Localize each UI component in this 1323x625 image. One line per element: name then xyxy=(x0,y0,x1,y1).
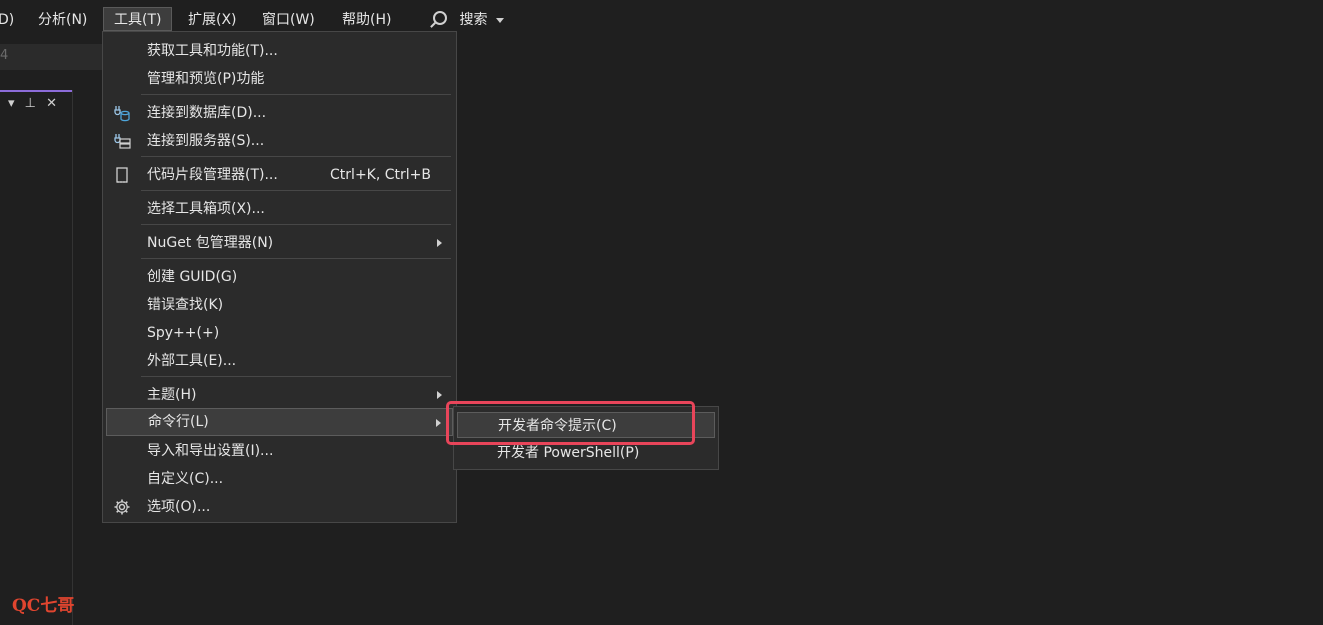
menu-help[interactable]: 帮助(H) xyxy=(342,8,391,32)
menu-item-label: 创建 GUID(G) xyxy=(147,269,238,285)
search-button[interactable]: 搜索 xyxy=(433,8,504,32)
menu-partial-item[interactable]: D) xyxy=(0,8,14,32)
menu-item-nuget[interactable]: NuGet 包管理器(N) xyxy=(106,229,453,257)
menu-item-get-tools[interactable]: 获取工具和功能(T)... xyxy=(106,37,453,65)
chevron-down-icon xyxy=(495,17,504,23)
menu-item-label: 管理和预览(P)功能 xyxy=(147,71,265,87)
toolbar-partial-text: 4 xyxy=(0,48,9,63)
menu-item-label: 外部工具(E)... xyxy=(147,353,237,369)
menu-item-label: 选择工具箱项(X)... xyxy=(147,201,265,217)
menu-item-label: 主题(H) xyxy=(147,387,197,403)
menu-item-snippet-manager[interactable]: 代码片段管理器(T)... Ctrl+K, Ctrl+B xyxy=(106,161,453,189)
menu-window[interactable]: 窗口(W) xyxy=(262,8,315,32)
submenu-item-label: 开发者 PowerShell(P) xyxy=(497,445,640,461)
menu-separator xyxy=(141,258,451,259)
panel-accent-line xyxy=(0,90,72,92)
chevron-right-icon xyxy=(437,391,442,399)
menu-item-label: 连接到数据库(D)... xyxy=(147,105,267,121)
menu-item-external-tools[interactable]: 外部工具(E)... xyxy=(106,347,453,375)
menu-item-label: 连接到服务器(S)... xyxy=(147,133,265,149)
chevron-right-icon xyxy=(437,239,442,247)
menu-item-label: 导入和导出设置(I)... xyxy=(147,443,274,459)
snippet-icon xyxy=(116,167,128,183)
toolbar-strip: 4 xyxy=(0,44,103,70)
menu-extensions[interactable]: 扩展(X) xyxy=(188,8,237,32)
menu-tools[interactable]: 工具(T) xyxy=(103,7,173,31)
menu-separator xyxy=(141,94,451,95)
menu-item-command-line[interactable]: 命令行(L) xyxy=(106,408,453,436)
menu-item-label: NuGet 包管理器(N) xyxy=(147,235,274,251)
menu-item-customize[interactable]: 自定义(C)... xyxy=(106,465,453,493)
menu-item-connect-database[interactable]: 连接到数据库(D)... xyxy=(106,99,453,127)
panel-controls: ▾ ⊥ ✕ xyxy=(8,96,63,111)
menu-separator xyxy=(141,190,451,191)
menu-item-connect-server[interactable]: 连接到服务器(S)... xyxy=(106,127,453,155)
chevron-right-icon xyxy=(436,419,441,427)
menu-analyze[interactable]: 分析(N) xyxy=(38,8,87,32)
shortcut-label: Ctrl+K, Ctrl+B xyxy=(330,167,431,183)
menu-item-label: Spy++(+) xyxy=(147,325,220,341)
menu-item-manage-preview[interactable]: 管理和预览(P)功能 xyxy=(106,65,453,93)
menu-item-create-guid[interactable]: 创建 GUID(G) xyxy=(106,263,453,291)
menu-separator xyxy=(141,376,451,377)
gear-icon xyxy=(114,499,130,515)
menu-item-options[interactable]: 选项(O)... xyxy=(106,493,453,521)
menu-separator xyxy=(141,156,451,157)
close-icon[interactable]: ✕ xyxy=(46,96,57,111)
tool-window-panel: ▾ ⊥ ✕ xyxy=(0,90,73,625)
search-icon xyxy=(433,11,447,25)
menu-item-spy[interactable]: Spy++(+) xyxy=(106,319,453,347)
search-label: 搜索 xyxy=(459,12,488,28)
menu-item-import-export[interactable]: 导入和导出设置(I)... xyxy=(106,437,453,465)
tools-menu: 获取工具和功能(T)... 管理和预览(P)功能 连接到数据库(D)... 连接… xyxy=(102,31,457,523)
menu-item-label: 错误查找(K) xyxy=(147,297,224,313)
menu-item-label: 代码片段管理器(T)... xyxy=(147,167,278,183)
menu-item-label: 选项(O)... xyxy=(147,499,211,515)
database-connect-icon xyxy=(114,106,130,122)
menu-item-choose-toolbox[interactable]: 选择工具箱项(X)... xyxy=(106,195,453,223)
dropdown-icon[interactable]: ▾ xyxy=(8,96,15,111)
menu-item-label: 获取工具和功能(T)... xyxy=(147,43,278,59)
menu-item-theme[interactable]: 主题(H) xyxy=(106,381,453,409)
menu-item-label: 自定义(C)... xyxy=(147,471,224,487)
watermark: QC七哥 xyxy=(12,596,75,616)
highlight-annotation-box xyxy=(446,401,695,445)
menu-separator xyxy=(141,224,451,225)
pin-icon[interactable]: ⊥ xyxy=(25,96,36,111)
menu-item-error-lookup[interactable]: 错误查找(K) xyxy=(106,291,453,319)
menu-item-label: 命令行(L) xyxy=(148,414,209,430)
server-connect-icon xyxy=(114,134,131,149)
